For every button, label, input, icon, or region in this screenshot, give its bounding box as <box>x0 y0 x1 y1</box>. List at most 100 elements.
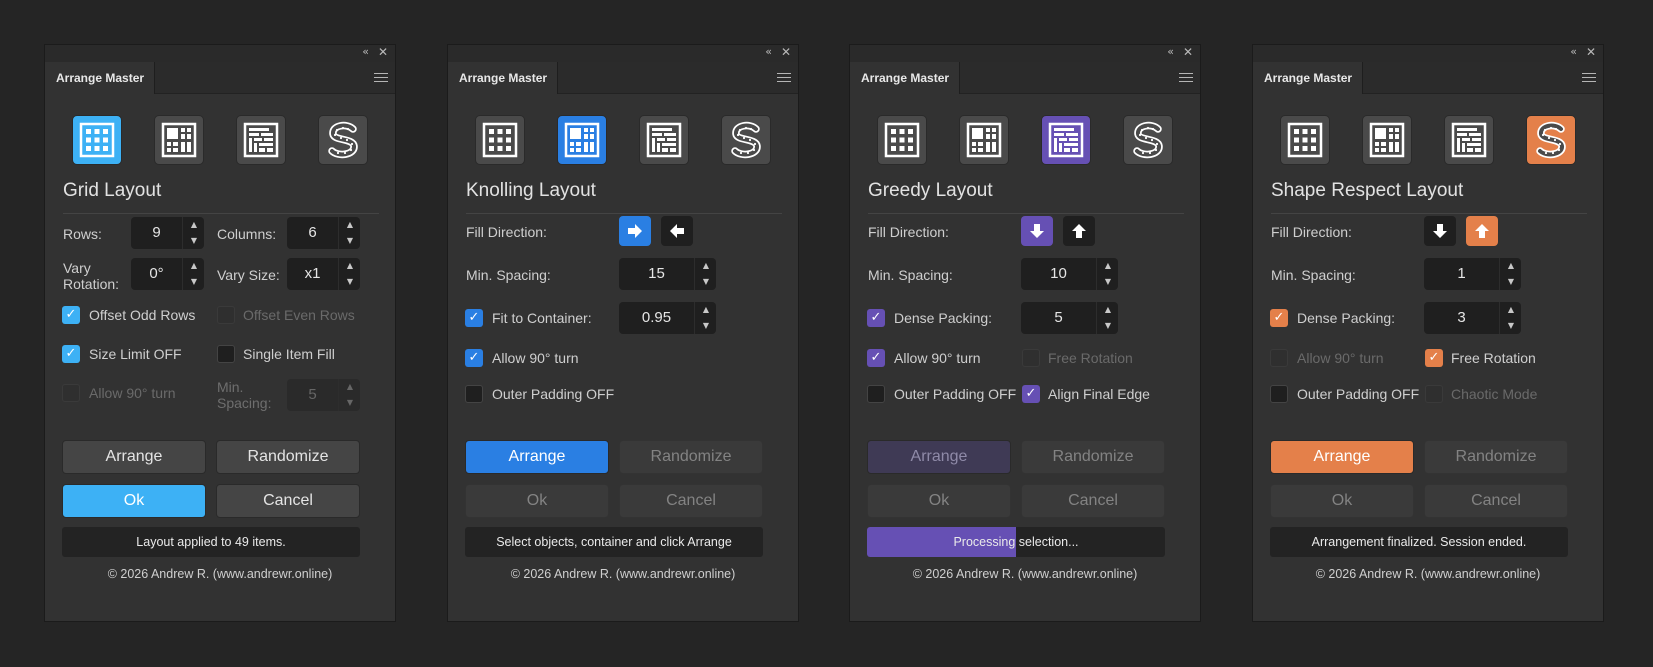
decrement-icon[interactable]: ▼ <box>1500 318 1522 334</box>
allow-90-turn-checkbox[interactable]: ✓ <box>465 349 483 367</box>
ok-button[interactable]: Ok <box>1270 484 1414 518</box>
size-limit-off-checkbox[interactable]: ✓ <box>62 345 80 363</box>
fill-down-button[interactable] <box>1021 216 1053 246</box>
arrange-button[interactable]: Arrange <box>1270 440 1414 474</box>
free-rotation-checkbox[interactable] <box>1022 349 1040 367</box>
decrement-icon[interactable]: ▼ <box>1097 318 1119 334</box>
dense-packing-checkbox[interactable]: ✓ <box>1270 309 1288 327</box>
columns-value[interactable]: 6 <box>287 217 338 249</box>
menu-icon[interactable] <box>1179 73 1193 83</box>
free-rotation-checkbox[interactable]: ✓ <box>1425 349 1443 367</box>
fill-down-button[interactable] <box>1424 216 1456 246</box>
increment-icon[interactable]: ▲ <box>695 302 717 318</box>
knolling-layout-button[interactable] <box>557 115 607 165</box>
cancel-button[interactable]: Cancel <box>1021 484 1165 518</box>
chaotic-mode-checkbox[interactable] <box>1425 385 1443 403</box>
collapse-icon[interactable]: « <box>1167 45 1174 59</box>
offset-even-rows-checkbox[interactable] <box>217 306 235 324</box>
cancel-button[interactable]: Cancel <box>619 484 763 518</box>
min-spacing-value[interactable]: 15 <box>619 258 694 290</box>
collapse-icon[interactable]: « <box>362 45 369 59</box>
arrange-button[interactable]: Arrange <box>62 440 206 474</box>
close-icon[interactable]: ✕ <box>781 45 791 59</box>
columns-stepper[interactable]: 6 ▲ ▼ <box>287 217 360 249</box>
increment-icon[interactable]: ▲ <box>339 379 361 395</box>
fill-up-button[interactable] <box>1063 216 1095 246</box>
rows-value[interactable]: 9 <box>131 217 182 249</box>
collapse-icon[interactable]: « <box>1570 45 1577 59</box>
vary-rotation-value[interactable]: 0° <box>131 258 182 290</box>
decrement-icon[interactable]: ▼ <box>183 274 205 290</box>
shape-respect-layout-button[interactable] <box>318 115 368 165</box>
knolling-layout-button[interactable] <box>1362 115 1412 165</box>
decrement-icon[interactable]: ▼ <box>183 233 205 249</box>
greedy-layout-button[interactable] <box>639 115 689 165</box>
min-spacing-stepper[interactable]: 10 ▲ ▼ <box>1021 258 1118 290</box>
grid-layout-button[interactable] <box>1280 115 1330 165</box>
arrange-button[interactable]: Arrange <box>465 440 609 474</box>
increment-icon[interactable]: ▲ <box>1097 258 1119 274</box>
grid-layout-button[interactable] <box>475 115 525 165</box>
outer-padding-off-checkbox[interactable] <box>1270 385 1288 403</box>
menu-icon[interactable] <box>1582 73 1596 83</box>
decrement-icon[interactable]: ▼ <box>339 395 361 411</box>
decrement-icon[interactable]: ▼ <box>339 233 361 249</box>
single-item-fill-checkbox[interactable] <box>217 345 235 363</box>
decrement-icon[interactable]: ▼ <box>339 274 361 290</box>
increment-icon[interactable]: ▲ <box>1500 258 1522 274</box>
cancel-button[interactable]: Cancel <box>216 484 360 518</box>
greedy-layout-button[interactable] <box>1444 115 1494 165</box>
decrement-icon[interactable]: ▼ <box>1097 274 1119 290</box>
ok-button[interactable]: Ok <box>62 484 206 518</box>
vary-size-value[interactable]: x1 <box>287 258 338 290</box>
greedy-layout-button[interactable] <box>1041 115 1091 165</box>
dense-packing-stepper[interactable]: 3 ▲ ▼ <box>1424 302 1521 334</box>
allow-90-turn-checkbox[interactable]: ✓ <box>867 349 885 367</box>
allow-90-turn-checkbox[interactable] <box>62 384 80 402</box>
dense-packing-stepper[interactable]: 5 ▲ ▼ <box>1021 302 1118 334</box>
grid-layout-button[interactable] <box>877 115 927 165</box>
outer-padding-off-checkbox[interactable] <box>465 385 483 403</box>
tab-arrange-master[interactable]: Arrange Master <box>1253 62 1363 94</box>
shape-respect-layout-button[interactable] <box>1123 115 1173 165</box>
dense-packing-value[interactable]: 3 <box>1424 302 1499 334</box>
fit-to-container-checkbox[interactable]: ✓ <box>465 309 483 327</box>
increment-icon[interactable]: ▲ <box>695 258 717 274</box>
min-spacing-value[interactable]: 10 <box>1021 258 1096 290</box>
grid-layout-button[interactable] <box>72 115 122 165</box>
close-icon[interactable]: ✕ <box>1586 45 1596 59</box>
ok-button[interactable]: Ok <box>867 484 1011 518</box>
fill-right-button[interactable] <box>619 216 651 246</box>
decrement-icon[interactable]: ▼ <box>695 318 717 334</box>
decrement-icon[interactable]: ▼ <box>695 274 717 290</box>
increment-icon[interactable]: ▲ <box>1500 302 1522 318</box>
dense-packing-checkbox[interactable]: ✓ <box>867 309 885 327</box>
min-spacing-stepper[interactable]: 1 ▲ ▼ <box>1424 258 1521 290</box>
arrange-button[interactable]: Arrange <box>867 440 1011 474</box>
offset-odd-rows-checkbox[interactable]: ✓ <box>62 306 80 324</box>
tab-arrange-master[interactable]: Arrange Master <box>448 62 558 94</box>
tab-arrange-master[interactable]: Arrange Master <box>850 62 960 94</box>
shape-respect-layout-button[interactable] <box>1526 115 1576 165</box>
cancel-button[interactable]: Cancel <box>1424 484 1568 518</box>
align-final-edge-checkbox[interactable]: ✓ <box>1022 385 1040 403</box>
tab-arrange-master[interactable]: Arrange Master <box>45 62 155 94</box>
min-spacing-stepper[interactable]: 5 ▲ ▼ <box>287 379 360 411</box>
increment-icon[interactable]: ▲ <box>339 217 361 233</box>
randomize-button[interactable]: Randomize <box>1424 440 1568 474</box>
ok-button[interactable]: Ok <box>465 484 609 518</box>
randomize-button[interactable]: Randomize <box>216 440 360 474</box>
fill-left-button[interactable] <box>661 216 693 246</box>
randomize-button[interactable]: Randomize <box>1021 440 1165 474</box>
min-spacing-stepper[interactable]: 15 ▲ ▼ <box>619 258 716 290</box>
allow-90-turn-checkbox[interactable] <box>1270 349 1288 367</box>
dense-packing-value[interactable]: 5 <box>1021 302 1096 334</box>
rows-stepper[interactable]: 9 ▲ ▼ <box>131 217 204 249</box>
close-icon[interactable]: ✕ <box>378 45 388 59</box>
knolling-layout-button[interactable] <box>154 115 204 165</box>
increment-icon[interactable]: ▲ <box>1097 302 1119 318</box>
randomize-button[interactable]: Randomize <box>619 440 763 474</box>
shape-respect-layout-button[interactable] <box>721 115 771 165</box>
increment-icon[interactable]: ▲ <box>183 217 205 233</box>
increment-icon[interactable]: ▲ <box>339 258 361 274</box>
